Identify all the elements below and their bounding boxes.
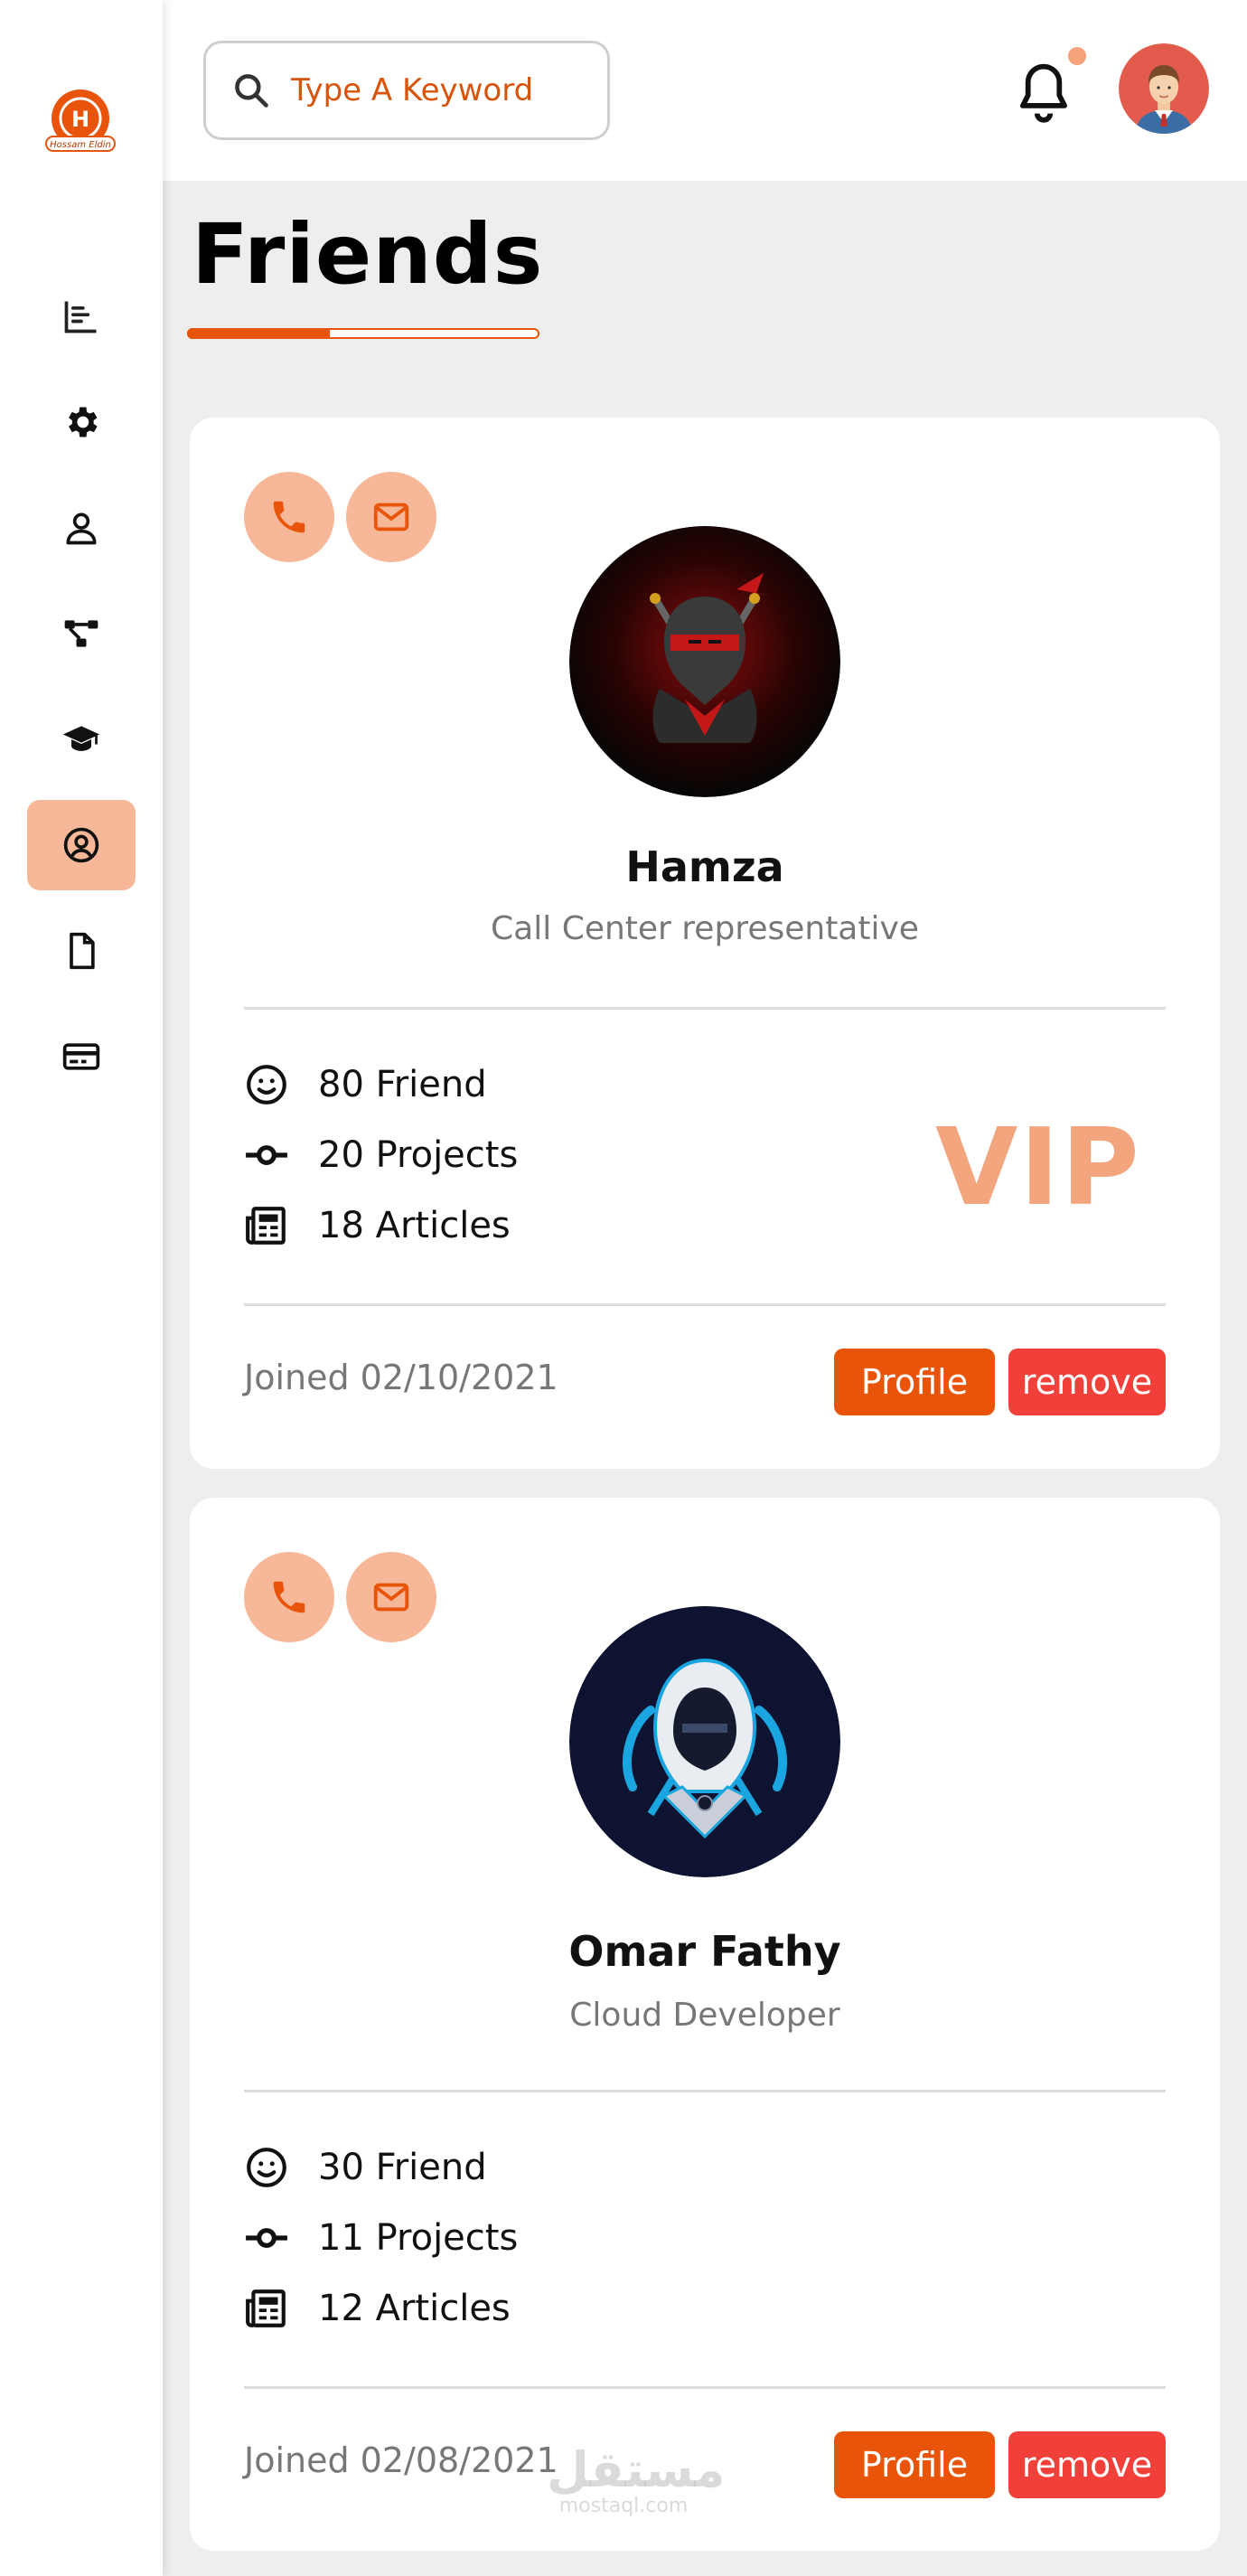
- page-title: Friends: [192, 206, 544, 303]
- card-divider: [244, 1303, 1166, 1306]
- stat-projects: 20 Projects: [244, 1128, 518, 1182]
- code-commit-icon: [246, 1145, 287, 1165]
- phone-icon: [273, 501, 305, 533]
- friend-role: Call Center representative: [491, 910, 919, 947]
- friend-role: Cloud Developer: [569, 1997, 840, 2034]
- profile-button[interactable]: Profile: [834, 1349, 995, 1415]
- graduation-cap-icon: [62, 726, 100, 751]
- card-divider: [244, 2090, 1166, 2092]
- diagram-project-icon: [64, 620, 98, 647]
- call-button[interactable]: [244, 472, 334, 562]
- joined-date: Joined 02/10/2021: [244, 1358, 558, 1397]
- envelope-icon: [373, 503, 409, 531]
- sidebar-item-projects[interactable]: [27, 588, 136, 679]
- phone-icon: [273, 1581, 305, 1613]
- friend-name: Omar Fathy: [568, 1927, 841, 1976]
- stat-articles-text: 12 Articles: [318, 2288, 511, 2329]
- stat-articles: 18 Articles: [244, 1199, 511, 1253]
- watermark: مستقل mostaql.com: [547, 2441, 726, 2517]
- stat-articles-text: 18 Articles: [318, 1205, 511, 1246]
- card-divider: [244, 2386, 1166, 2389]
- email-button[interactable]: [346, 472, 436, 562]
- stat-projects-text: 11 Projects: [318, 2217, 519, 2259]
- sidebar: H Hossam Eldin: [0, 0, 163, 2576]
- friend-avatar: [569, 526, 840, 797]
- svg-text:H: H: [71, 107, 89, 132]
- friend-avatar: [569, 1606, 840, 1877]
- file-icon: [70, 932, 95, 970]
- stat-articles: 12 Articles: [244, 2281, 511, 2336]
- title-underline-accent: [187, 328, 330, 339]
- joined-date: Joined 02/08/2021: [244, 2440, 558, 2480]
- sidebar-item-friends[interactable]: [27, 800, 136, 890]
- envelope-icon: [373, 1583, 409, 1612]
- sidebar-item-courses[interactable]: [27, 694, 136, 785]
- friend-name: Hamza: [625, 842, 784, 891]
- watermark-arabic: مستقل: [547, 2441, 726, 2498]
- stat-friends-text: 80 Friend: [318, 1064, 487, 1105]
- user-icon: [66, 512, 97, 545]
- call-button[interactable]: [244, 1552, 334, 1642]
- face-smile-icon: [247, 1065, 286, 1105]
- notification-dot: [1068, 47, 1086, 65]
- sidebar-item-dashboard[interactable]: [27, 271, 136, 362]
- stat-friends: 30 Friend: [244, 2140, 487, 2195]
- search-box[interactable]: [203, 41, 610, 140]
- search-input[interactable]: [291, 72, 598, 108]
- user-avatar[interactable]: [1119, 43, 1209, 134]
- search-icon: [235, 74, 268, 108]
- brand-logo[interactable]: H Hossam Eldin: [41, 86, 120, 158]
- stat-friends-text: 30 Friend: [318, 2147, 487, 2188]
- svg-text:Hossam Eldin: Hossam Eldin: [50, 140, 111, 150]
- friend-card: Hamza Call Center representative 80 Frie…: [190, 418, 1220, 1469]
- vip-badge: VIP: [935, 1105, 1141, 1229]
- sidebar-item-profile[interactable]: [27, 483, 136, 573]
- remove-button[interactable]: remove: [1008, 1349, 1166, 1415]
- face-smile-icon: [247, 2148, 286, 2187]
- sidebar-item-plans[interactable]: [27, 1011, 136, 1102]
- email-button[interactable]: [346, 1552, 436, 1642]
- sidebar-item-files[interactable]: [27, 906, 136, 996]
- circle-user-icon: [63, 827, 99, 863]
- profile-button[interactable]: Profile: [834, 2431, 995, 2498]
- remove-button[interactable]: remove: [1008, 2431, 1166, 2498]
- stat-projects-text: 20 Projects: [318, 1134, 519, 1176]
- newspaper-icon: [246, 1207, 286, 1245]
- watermark-latin: mostaql.com: [558, 2495, 689, 2517]
- sidebar-item-settings[interactable]: [27, 377, 136, 467]
- top-header: [163, 0, 1247, 181]
- newspaper-icon: [246, 2289, 286, 2327]
- stat-projects: 11 Projects: [244, 2211, 518, 2265]
- chart-simple-icon: [64, 301, 97, 334]
- credit-card-icon: [62, 1043, 100, 1070]
- gear-icon: [69, 407, 98, 437]
- code-commit-icon: [246, 2228, 287, 2248]
- bell-icon[interactable]: [1012, 59, 1075, 127]
- friend-card: Omar Fathy Cloud Developer 30 Friend 11 …: [190, 1498, 1220, 2551]
- stat-friends: 80 Friend: [244, 1058, 487, 1112]
- card-divider: [244, 1007, 1166, 1010]
